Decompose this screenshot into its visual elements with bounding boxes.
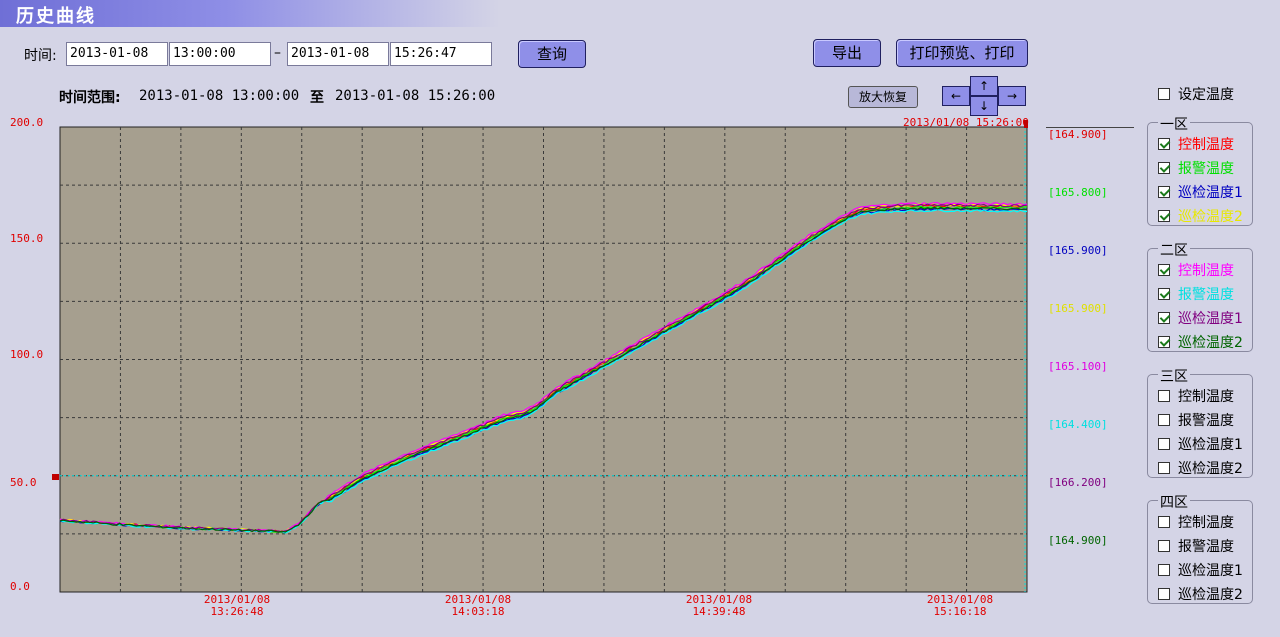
legend-item-label: 控制温度 — [1178, 137, 1234, 153]
readout-value: [166.200] — [1048, 476, 1108, 489]
x-tick-time: 14:03:18 — [451, 605, 505, 618]
checkbox-icon[interactable] — [1158, 312, 1170, 324]
checkbox-icon[interactable] — [1158, 390, 1170, 402]
x-tick-label: 2013/01/08 15:16:18 — [910, 594, 1010, 618]
readout-value: [164.400] — [1048, 418, 1108, 431]
readout-value: [165.800] — [1048, 186, 1108, 199]
checkbox-icon[interactable] — [1158, 336, 1170, 348]
checkbox-icon[interactable] — [1158, 564, 1170, 576]
x-tick-label: 2013/01/08 14:03:18 — [428, 594, 528, 618]
checkbox-icon[interactable] — [1158, 264, 1170, 276]
legend-item[interactable]: 巡检温度2 — [1158, 206, 1243, 225]
x-tick-time: 13:26:48 — [210, 605, 264, 618]
legend-item[interactable]: 巡检温度2 — [1158, 458, 1243, 477]
legend-item-label: 巡检温度2 — [1178, 461, 1243, 477]
readout-value: [165.900] — [1048, 302, 1108, 315]
legend-item[interactable]: 报警温度 — [1158, 284, 1234, 303]
x-tick-time: 15:16:18 — [933, 605, 987, 618]
readout-value: [164.900] — [1048, 128, 1108, 141]
legend-item-label: 巡检温度1 — [1178, 563, 1243, 579]
checkbox-icon[interactable] — [1158, 516, 1170, 528]
checkbox-set-temp[interactable]: 设定温度 — [1158, 84, 1234, 103]
legend-item[interactable]: 巡检温度1 — [1158, 434, 1243, 453]
legend-item[interactable]: 巡检温度1 — [1158, 308, 1243, 327]
checkbox-label: 设定温度 — [1178, 87, 1234, 103]
legend-item-label: 巡检温度2 — [1178, 209, 1243, 225]
x-tick-label: 2013/01/08 14:39:48 — [669, 594, 769, 618]
legend-item[interactable]: 报警温度 — [1158, 410, 1234, 429]
legend-group-zone4: 四区 控制温度 报警温度 巡检温度1 巡检温度2 — [1147, 492, 1253, 604]
legend-item[interactable]: 巡检温度2 — [1158, 332, 1243, 351]
checkbox-icon[interactable] — [1158, 138, 1170, 150]
legend-group-zone2: 二区 控制温度 报警温度 巡检温度1 巡检温度2 — [1147, 240, 1253, 352]
checkbox-icon[interactable] — [1158, 438, 1170, 450]
legend-item[interactable]: 巡检温度1 — [1158, 560, 1243, 579]
legend-item-label: 巡检温度2 — [1178, 587, 1243, 603]
checkbox-icon[interactable] — [1158, 162, 1170, 174]
legend-item-label: 巡检温度2 — [1178, 335, 1243, 351]
legend-item[interactable]: 巡检温度1 — [1158, 182, 1243, 201]
legend-item-label: 报警温度 — [1178, 287, 1234, 303]
legend-item-label: 巡检温度1 — [1178, 185, 1243, 201]
legend-item[interactable]: 控制温度 — [1158, 512, 1234, 531]
legend-item[interactable]: 报警温度 — [1158, 158, 1234, 177]
legend-item[interactable]: 控制温度 — [1158, 386, 1234, 405]
checkbox-icon[interactable] — [1158, 462, 1170, 474]
checkbox-icon[interactable] — [1158, 288, 1170, 300]
legend-item-label: 报警温度 — [1178, 539, 1234, 555]
checkbox-icon[interactable] — [1158, 186, 1170, 198]
legend-item[interactable]: 报警温度 — [1158, 536, 1234, 555]
legend-item-label: 控制温度 — [1178, 263, 1234, 279]
x-tick-label: 2013/01/08 13:26:48 — [187, 594, 287, 618]
legend-item-label: 控制温度 — [1178, 515, 1234, 531]
legend-item[interactable]: 控制温度 — [1158, 260, 1234, 279]
group-title: 一区 — [1158, 114, 1190, 134]
legend-group-zone3: 三区 控制温度 报警温度 巡检温度1 巡检温度2 — [1147, 366, 1253, 478]
checkbox-icon[interactable] — [1158, 210, 1170, 222]
readout-value: [164.900] — [1048, 534, 1108, 547]
legend-item-label: 巡检温度1 — [1178, 311, 1243, 327]
readout-value: [165.100] — [1048, 360, 1108, 373]
group-title: 四区 — [1158, 492, 1190, 512]
legend-item-label: 报警温度 — [1178, 161, 1234, 177]
legend-item-label: 报警温度 — [1178, 413, 1234, 429]
checkbox-icon[interactable] — [1158, 414, 1170, 426]
group-title: 三区 — [1158, 366, 1190, 386]
cursor-marker — [1024, 120, 1028, 128]
checkbox-icon[interactable] — [1158, 588, 1170, 600]
checkbox-icon[interactable] — [1158, 88, 1170, 100]
checkbox-icon[interactable] — [1158, 540, 1170, 552]
readout-value: [165.900] — [1048, 244, 1108, 257]
x-tick-time: 14:39:48 — [692, 605, 746, 618]
legend-group-zone1: 一区 控制温度 报警温度 巡检温度1 巡检温度2 — [1147, 114, 1253, 226]
legend-item[interactable]: 巡检温度2 — [1158, 584, 1243, 603]
legend-item-label: 巡检温度1 — [1178, 437, 1243, 453]
legend-item-label: 控制温度 — [1178, 389, 1234, 405]
legend-item[interactable]: 控制温度 — [1158, 134, 1234, 153]
group-title: 二区 — [1158, 240, 1190, 260]
